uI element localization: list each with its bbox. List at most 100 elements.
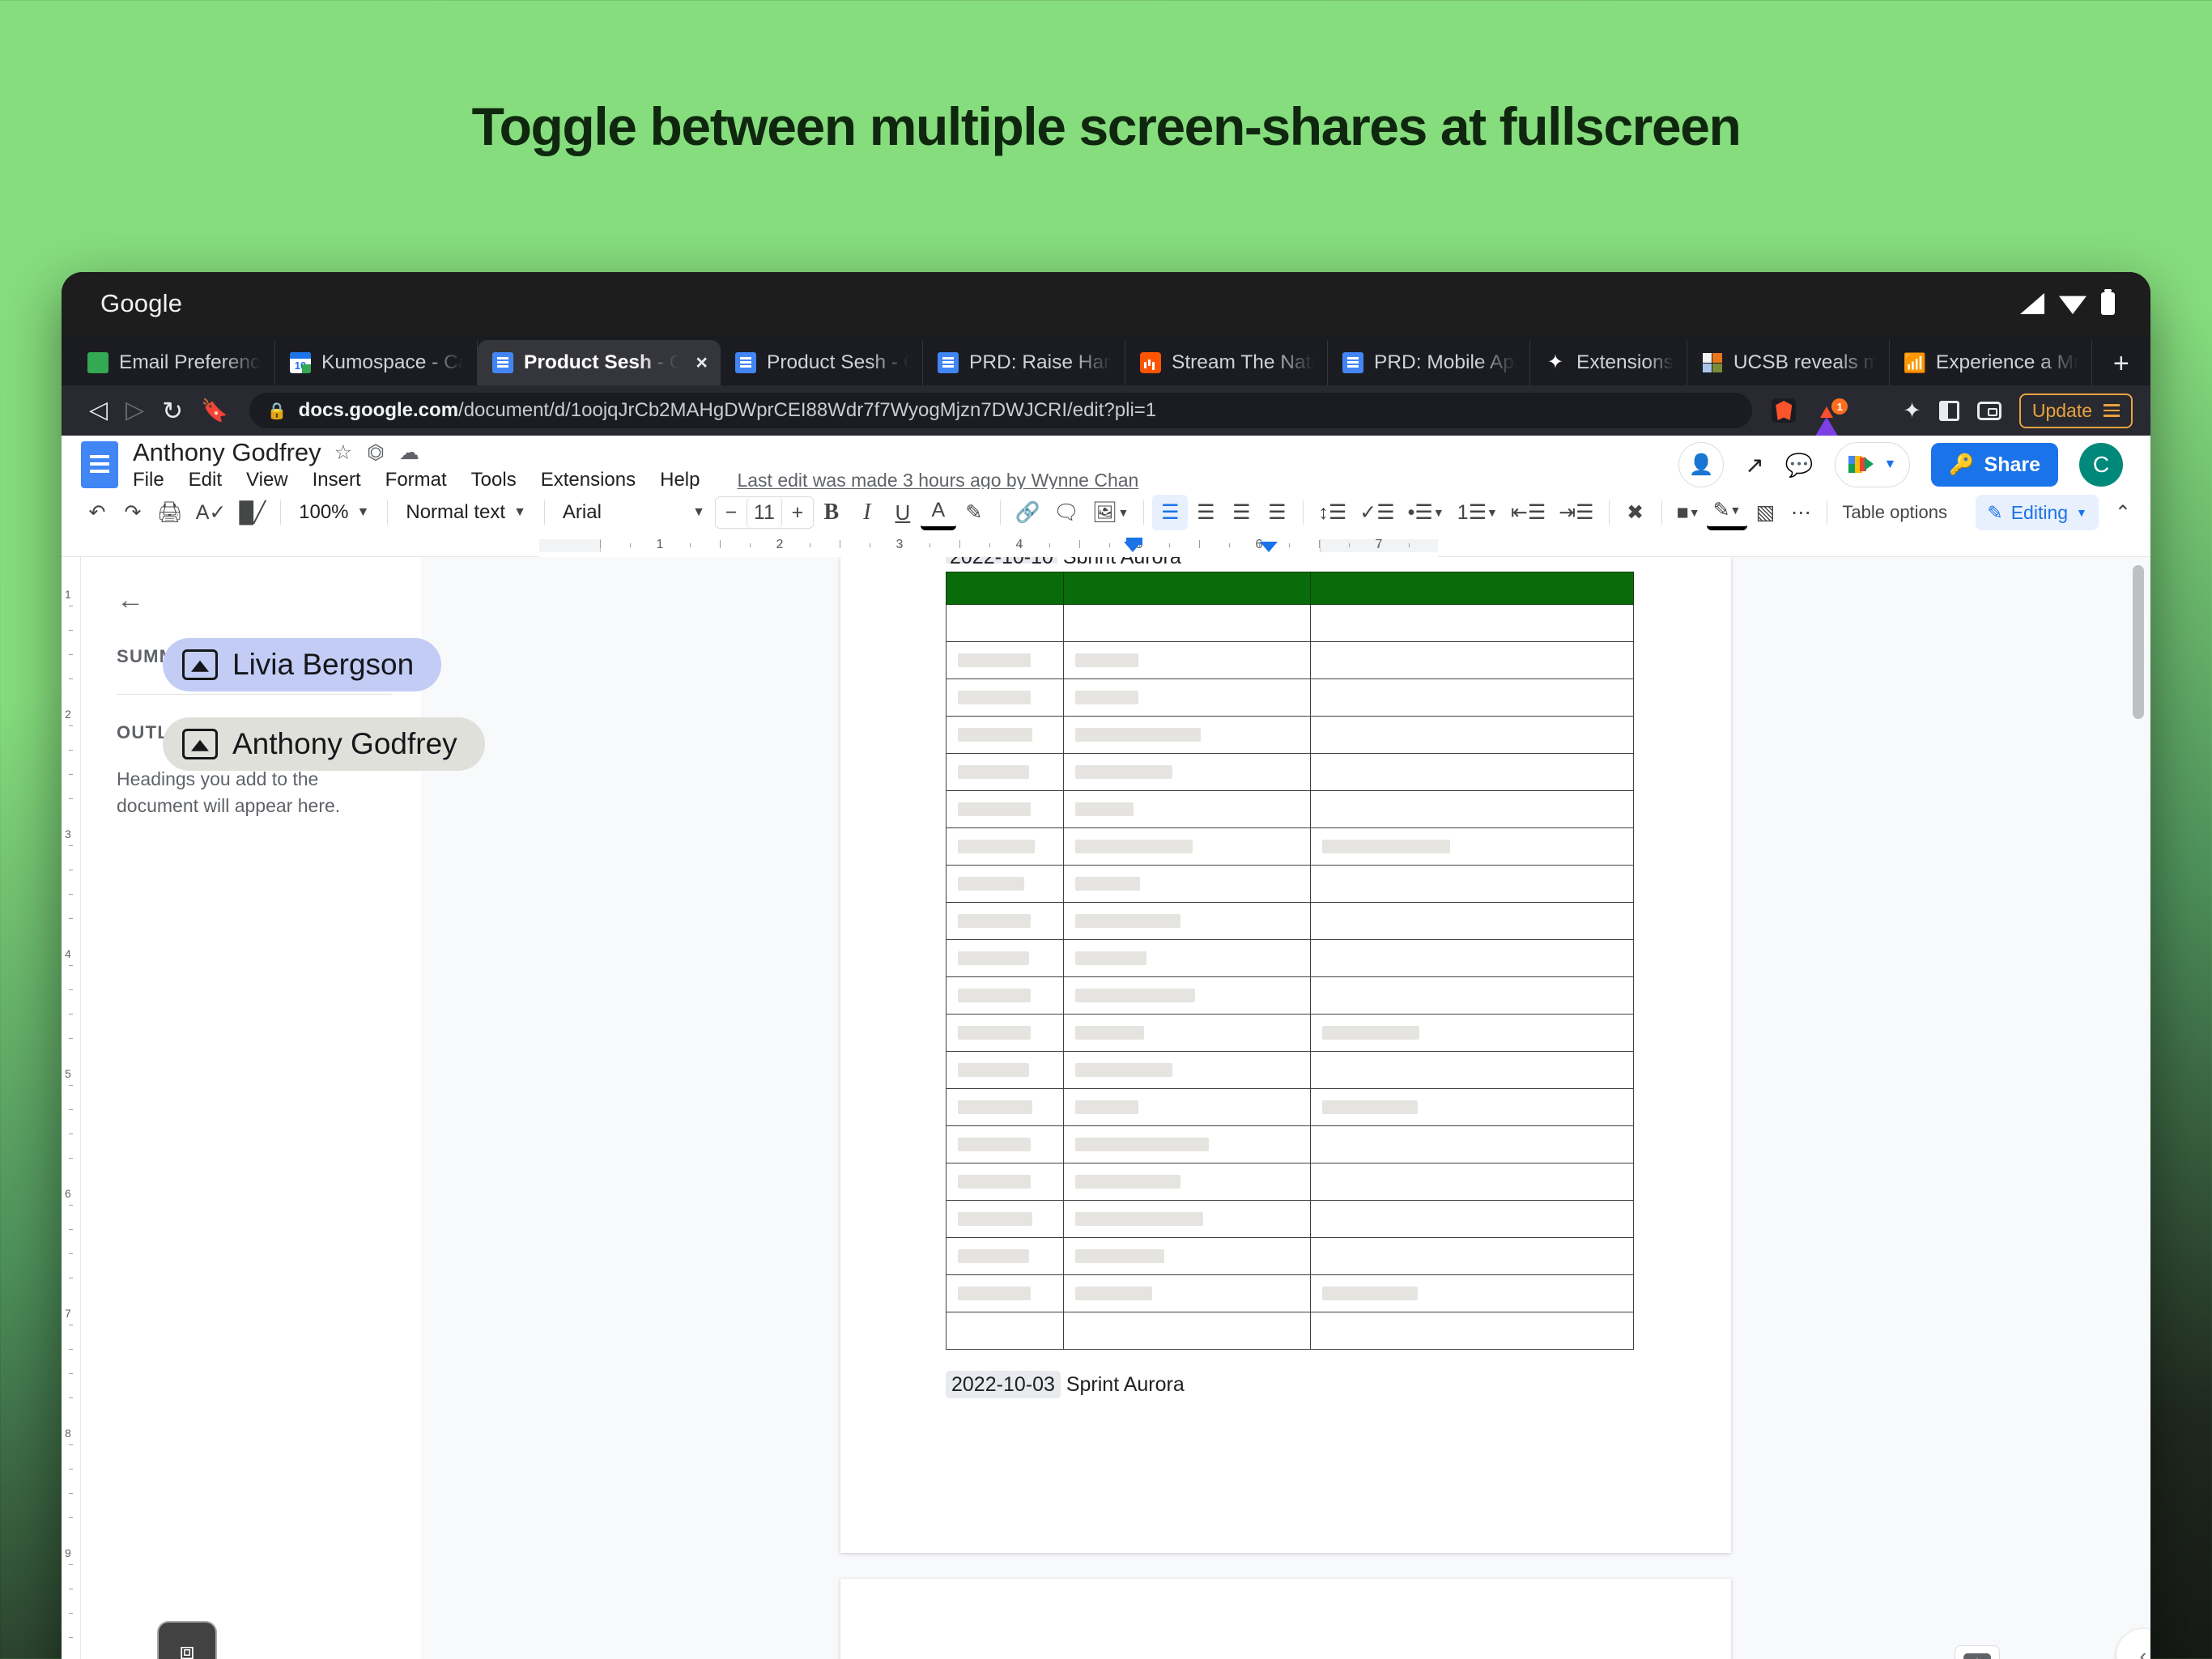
align-right-icon[interactable]: ☰ — [1223, 495, 1259, 530]
table-cell[interactable] — [1310, 716, 1634, 754]
table-cell[interactable] — [1310, 827, 1634, 866]
table-cell[interactable] — [1310, 1312, 1634, 1350]
table-cell[interactable] — [946, 1014, 1064, 1052]
table-cell[interactable] — [946, 604, 1064, 642]
browser-tab[interactable]: PRD: Mobile App - G — [1328, 340, 1530, 385]
browser-tab[interactable]: Product Sesh - Goog — [721, 340, 923, 385]
browser-tab[interactable]: ✦ Extensions — [1530, 340, 1687, 385]
table-row[interactable] — [946, 976, 1634, 1015]
menu-icon[interactable] — [2104, 404, 2120, 417]
table-cell[interactable] — [1310, 939, 1634, 977]
document-canvas[interactable]: 2022-10-10 Sprint Aurora 2022-10-03 Spri… — [421, 557, 2150, 1659]
font-size-increase-button[interactable]: + — [782, 497, 813, 528]
menu-view[interactable]: View — [246, 469, 288, 491]
table-cell[interactable] — [946, 1312, 1064, 1350]
table-row[interactable] — [946, 716, 1634, 754]
chevron-down-icon[interactable]: ▼ — [1884, 457, 1897, 472]
table-cell[interactable] — [946, 1200, 1064, 1238]
bulleted-list-icon[interactable]: •☰ ▼ — [1402, 495, 1451, 530]
undo-button[interactable]: ↶ — [79, 495, 115, 530]
table-row[interactable] — [946, 1200, 1634, 1238]
document-page-next[interactable] — [840, 1579, 1731, 1659]
align-center-icon[interactable]: ☰ — [1188, 495, 1223, 530]
table-cell[interactable] — [1063, 716, 1311, 754]
table-cell[interactable] — [946, 1051, 1064, 1089]
font-size-decrease-button[interactable]: − — [716, 497, 747, 528]
table-cell[interactable] — [1063, 1312, 1311, 1350]
zoom-select[interactable]: 100% ▼ — [289, 495, 379, 530]
close-icon[interactable]: × — [696, 352, 708, 373]
table-cell[interactable] — [1310, 641, 1634, 679]
border-dash-icon[interactable]: ⋯ — [1783, 495, 1819, 530]
gemini-sparkle-icon[interactable]: ✦ — [1955, 1645, 2000, 1659]
table-cell[interactable] — [946, 976, 1064, 1015]
link-icon[interactable]: 🔗 — [1009, 495, 1047, 530]
table-cell[interactable] — [1310, 865, 1634, 903]
table-cell[interactable] — [946, 678, 1064, 717]
google-docs-logo-icon[interactable] — [81, 441, 118, 488]
document-table[interactable] — [946, 572, 1634, 1350]
browser-tab[interactable]: UCSB reveals mocku — [1687, 340, 1890, 385]
table-row[interactable] — [946, 939, 1634, 977]
bold-button[interactable]: B — [814, 495, 849, 530]
table-cell[interactable] — [1310, 1051, 1634, 1089]
last-edit-label[interactable]: Last edit was made 3 hours ago by Wynne … — [737, 470, 1138, 491]
menu-edit[interactable]: Edit — [189, 469, 222, 491]
font-size-stepper[interactable]: − 11 + — [714, 496, 814, 529]
table-options-button[interactable]: Table options — [1836, 495, 1954, 530]
table-cell[interactable] — [1310, 1237, 1634, 1275]
table-row[interactable] — [946, 678, 1634, 717]
editing-mode-button[interactable]: ✎ Editing ▼ — [1976, 495, 2099, 530]
address-bar[interactable]: 🔒 docs.google.com/document/d/1oojqJrCb2M… — [249, 393, 1753, 428]
table-row[interactable] — [946, 1163, 1634, 1201]
participant-pill-livia[interactable]: Livia Bergson — [163, 638, 442, 691]
table-cell[interactable] — [946, 827, 1064, 866]
browser-tab[interactable]: PRD: Raise Hand - G — [923, 340, 1125, 385]
table-cell[interactable] — [1310, 604, 1634, 642]
table-cell[interactable] — [1310, 1014, 1634, 1052]
bookmark-icon[interactable]: 🔖 — [201, 398, 228, 423]
update-button[interactable]: Update — [2018, 393, 2133, 428]
text-color-button[interactable]: A — [920, 495, 956, 530]
table-cell[interactable] — [1063, 1163, 1311, 1201]
star-icon[interactable]: ☆ — [334, 440, 352, 465]
table-cell[interactable] — [1063, 753, 1311, 791]
table-cell[interactable] — [1063, 1014, 1311, 1052]
table-cell[interactable] — [1063, 1274, 1311, 1312]
border-width-icon[interactable]: ▧ — [1747, 495, 1783, 530]
spellcheck-icon[interactable]: A✓ — [189, 495, 233, 530]
table-row[interactable] — [946, 902, 1634, 940]
document-title[interactable]: Anthony Godfrey — [133, 438, 321, 467]
table-cell[interactable] — [946, 641, 1064, 679]
horizontal-ruler[interactable]: 1234567 — [62, 536, 2150, 557]
table-cell[interactable] — [1063, 1237, 1311, 1275]
table-row[interactable] — [946, 827, 1634, 866]
checklist-icon[interactable]: ✓☰ — [1353, 495, 1401, 530]
table-cell[interactable] — [946, 1125, 1064, 1163]
left-indent-marker[interactable] — [1124, 542, 1142, 552]
table-cell[interactable] — [946, 865, 1064, 903]
add-comment-icon[interactable]: 🗨 — [1047, 495, 1086, 530]
table-row[interactable] — [946, 1312, 1634, 1350]
table-cell[interactable] — [1310, 1163, 1634, 1201]
scrollbar-thumb[interactable] — [2133, 565, 2144, 719]
table-cell[interactable] — [1063, 641, 1311, 679]
table-cell[interactable] — [946, 790, 1064, 828]
back-icon[interactable]: ← — [117, 585, 392, 616]
table-cell[interactable] — [1063, 1088, 1311, 1126]
table-cell[interactable] — [1310, 753, 1634, 791]
table-cell[interactable] — [946, 753, 1064, 791]
menu-file[interactable]: File — [133, 469, 164, 491]
insert-image-icon[interactable]: 🖼 ▼ — [1086, 495, 1136, 530]
table-cell[interactable] — [946, 1237, 1064, 1275]
table-row[interactable] — [946, 790, 1634, 828]
hide-menus-button[interactable]: ⌃ — [2099, 501, 2131, 525]
table-row[interactable] — [946, 1088, 1634, 1126]
cloud-saved-icon[interactable]: ☁ — [399, 440, 419, 465]
share-button[interactable]: 🔑 Share — [1931, 443, 2058, 487]
menu-insert[interactable]: Insert — [313, 469, 361, 491]
table-cell[interactable] — [946, 939, 1064, 977]
menu-format[interactable]: Format — [385, 469, 447, 491]
decrease-indent-icon[interactable]: ⇤☰ — [1504, 495, 1552, 530]
puzzle-icon[interactable]: ✦ — [1903, 398, 1921, 423]
